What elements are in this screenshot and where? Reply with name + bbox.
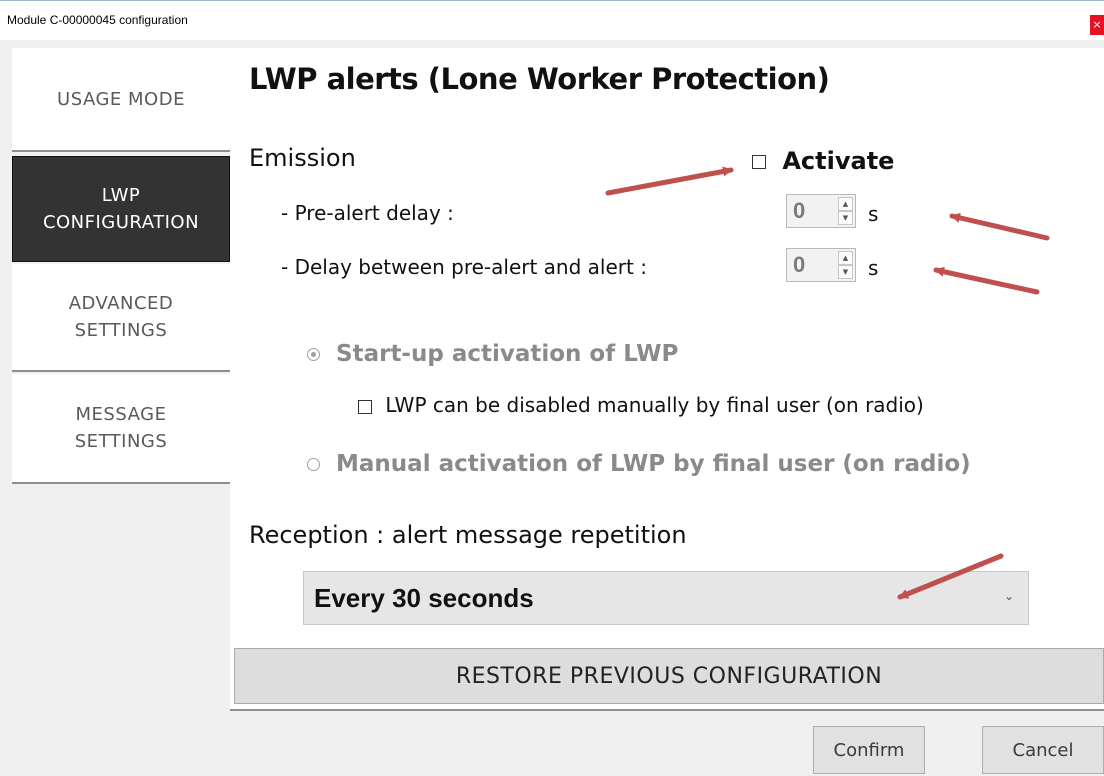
- disable-manually-checkbox[interactable]: [358, 399, 372, 414]
- startup-activation-label: Start-up activation of LWP: [336, 341, 679, 367]
- sidebar-item-advanced-settings[interactable]: ADVANCED SETTINGS: [12, 264, 230, 372]
- delay-between-value: 0: [793, 252, 806, 277]
- confirm-button[interactable]: Confirm: [813, 726, 925, 774]
- delay-between-unit: s: [868, 256, 879, 280]
- sidebar-item-lwp-configuration[interactable]: LWP CONFIGURATION: [12, 156, 230, 262]
- spin-down-icon[interactable]: ▼: [838, 265, 853, 279]
- disable-manually-label: LWP can be disabled manually by final us…: [385, 393, 924, 417]
- pre-alert-unit: s: [868, 202, 879, 226]
- manual-activation-label: Manual activation of LWP by final user (…: [336, 451, 971, 477]
- pre-alert-delay-value: 0: [793, 198, 806, 223]
- repetition-value: Every 30 seconds: [314, 583, 534, 613]
- pre-alert-delay-stepper[interactable]: 0 ▲ ▼: [786, 194, 856, 228]
- sidebar-item-label: MESSAGE SETTINGS: [74, 404, 168, 452]
- sidebar-item-label: USAGE MODE: [57, 88, 185, 110]
- startup-activation-radio[interactable]: [307, 348, 320, 361]
- window-titlebar: Module C-00000045 configuration ×: [0, 0, 1104, 41]
- activate-label: Activate: [782, 147, 895, 175]
- lwp-configuration-panel: LWP alerts (Lone Worker Protection) Emis…: [230, 48, 1104, 711]
- sidebar-item-label: ADVANCED SETTINGS: [68, 293, 174, 341]
- activate-checkbox[interactable]: [752, 155, 766, 169]
- close-button[interactable]: ×: [1090, 15, 1104, 35]
- startup-activation-option[interactable]: Start-up activation of LWP: [307, 341, 678, 367]
- emission-label: Emission: [249, 144, 356, 172]
- repetition-select[interactable]: Every 30 seconds ⌄: [303, 571, 1029, 625]
- spin-up-icon[interactable]: ▲: [838, 251, 853, 265]
- page-title: LWP alerts (Lone Worker Protection): [249, 62, 830, 96]
- window-title: Module C-00000045 configuration: [7, 13, 188, 27]
- cancel-button[interactable]: Cancel: [982, 726, 1104, 774]
- delay-between-stepper[interactable]: 0 ▲ ▼: [786, 248, 856, 282]
- delay-between-label: - Delay between pre-alert and alert :: [281, 255, 647, 279]
- restore-configuration-button[interactable]: RESTORE PREVIOUS CONFIGURATION: [234, 648, 1104, 704]
- activate-checkbox-row[interactable]: Activate: [752, 147, 894, 175]
- sidebar-item-usage-mode[interactable]: USAGE MODE: [12, 48, 230, 152]
- disable-manually-option[interactable]: LWP can be disabled manually by final us…: [358, 393, 924, 417]
- reception-label: Reception : alert message repetition: [249, 521, 687, 549]
- manual-activation-option[interactable]: Manual activation of LWP by final user (…: [307, 451, 971, 477]
- chevron-down-icon: ⌄: [1003, 589, 1014, 603]
- spin-down-icon[interactable]: ▼: [838, 211, 853, 225]
- sidebar-item-label: LWP CONFIGURATION: [42, 185, 200, 233]
- pre-alert-delay-label: - Pre-alert delay :: [281, 201, 454, 225]
- manual-activation-radio[interactable]: [307, 458, 320, 471]
- spin-up-icon[interactable]: ▲: [838, 197, 853, 211]
- window-client-area: USAGE MODE LWP CONFIGURATION ADVANCED SE…: [0, 40, 1104, 776]
- sidebar-item-message-settings[interactable]: MESSAGE SETTINGS: [12, 374, 230, 484]
